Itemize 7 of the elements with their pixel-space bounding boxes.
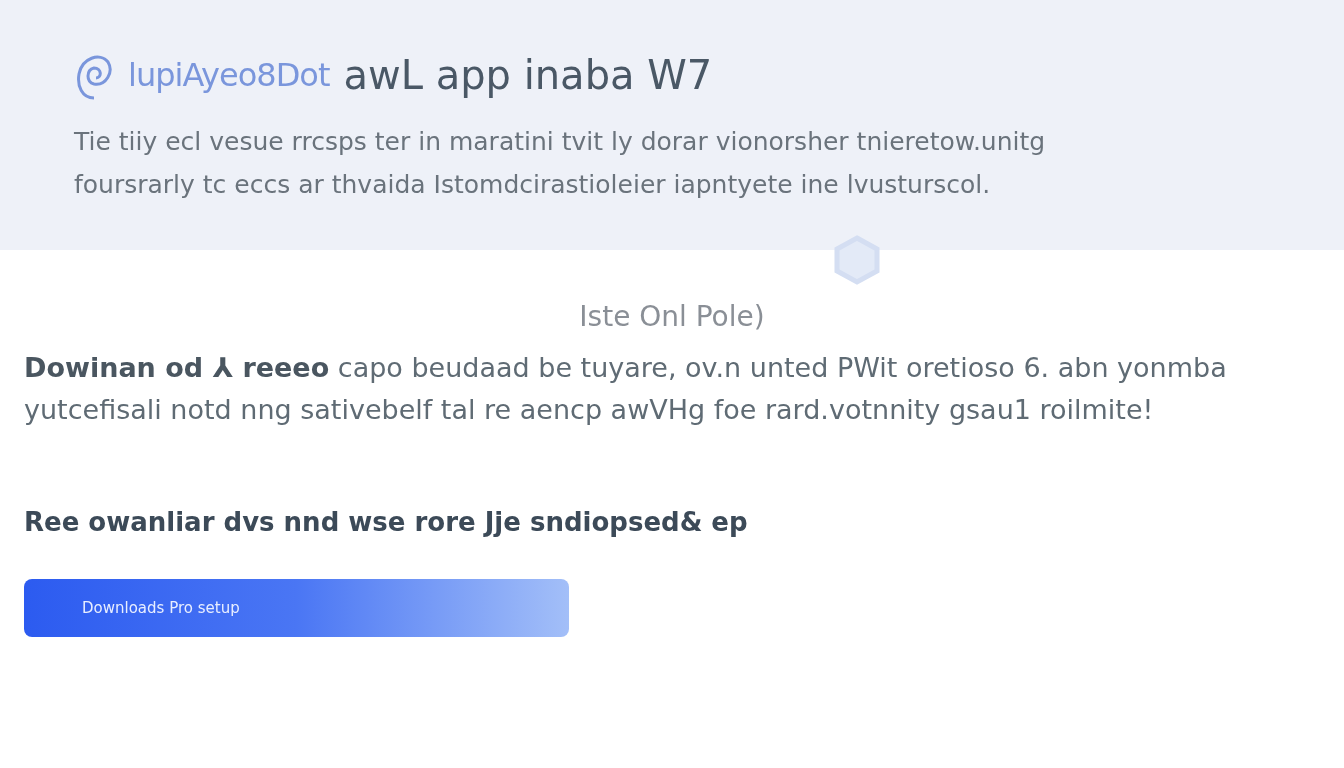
- intro-paragraph: Dowinan od ⅄ reeeo capo beudaad be tuyare, ov.n unted PWit oretioso 6. abn yonmba yutcefisali notd nng sativebelf tal re aencp awVHg foe rard.votnnity gsau1 roilmite!: [24, 351, 1228, 427]
- section-heading: Ree owanliar dvs nnd wse rore Jje sndiopsed& ep: [24, 507, 749, 537]
- page-title: awL app inaba W7: [343, 52, 713, 98]
- download-button[interactable]: Downloads Pro setup: [24, 579, 569, 637]
- section-subtitle: Iste Onl Pole): [578, 300, 766, 333]
- header-description: Tie tiiy ecl vesue rrcsps ter in maratini tvit ly dorar vionorsher tnieretow.unitg foursrarly tc eccs ar thvaida Istomdcirastioleier iapntyete ine lvusturscol.: [74, 126, 1047, 201]
- brand-name: lupiAyeo8Dot: [128, 56, 330, 94]
